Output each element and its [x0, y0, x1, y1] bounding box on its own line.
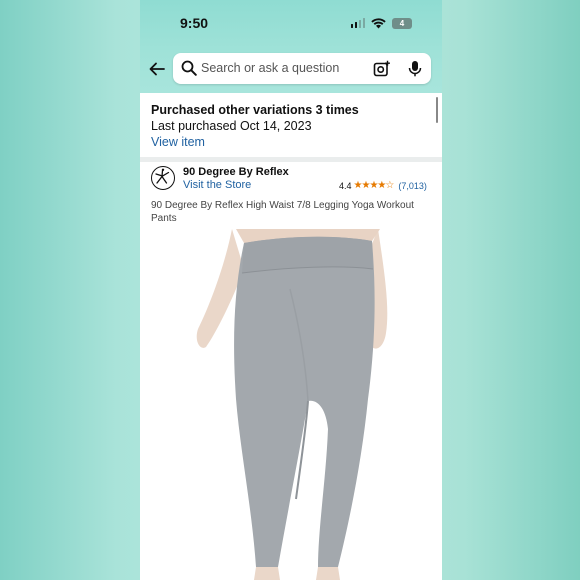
battery-indicator: 4	[392, 17, 412, 29]
app-header: 9:50 4 Search or ask a question	[140, 0, 442, 93]
phone-screen: 9:50 4 Search or ask a question Purchase…	[140, 0, 442, 580]
search-bar[interactable]: Search or ask a question	[173, 53, 431, 84]
view-item-link[interactable]: View item	[151, 135, 442, 149]
brand-logo[interactable]	[151, 166, 175, 190]
rating-count-link[interactable]: (7,013)	[398, 181, 427, 191]
leggings-photo-icon	[196, 229, 388, 580]
dancer-logo-icon	[155, 168, 170, 184]
status-time: 9:50	[180, 15, 209, 31]
scrollbar[interactable]	[435, 97, 438, 123]
rating-value: 4.4	[339, 180, 352, 191]
product-image[interactable]	[140, 229, 442, 580]
star-rating-icon: ★★★★☆	[353, 180, 395, 191]
purchase-count-heading: Purchased other variations 3 times	[151, 103, 359, 117]
last-purchased-date: Last purchased Oct 14, 2023	[151, 119, 312, 133]
section-divider	[140, 157, 442, 162]
purchase-history-notice: Purchased other variations 3 times Last …	[140, 93, 442, 156]
product-title: 90 Degree By Reflex High Waist 7/8 Leggi…	[151, 200, 414, 224]
search-placeholder[interactable]: Search or ask a question	[201, 61, 339, 75]
rating-summary[interactable]: 4.4 ★★★★☆ (7,013)	[339, 180, 427, 191]
product-page-content: Purchased other variations 3 times Last …	[140, 93, 442, 580]
cellular-signal-icon	[350, 18, 365, 28]
search-icon	[181, 60, 197, 76]
status-icons: 4	[350, 17, 412, 29]
camera-search-icon[interactable]	[373, 60, 390, 77]
wifi-icon	[371, 17, 386, 28]
microphone-icon[interactable]	[407, 60, 423, 77]
back-arrow-icon[interactable]	[148, 60, 166, 78]
brand-name[interactable]: 90 Degree By Reflex	[183, 166, 289, 178]
visit-store-link[interactable]: Visit the Store	[183, 179, 251, 191]
